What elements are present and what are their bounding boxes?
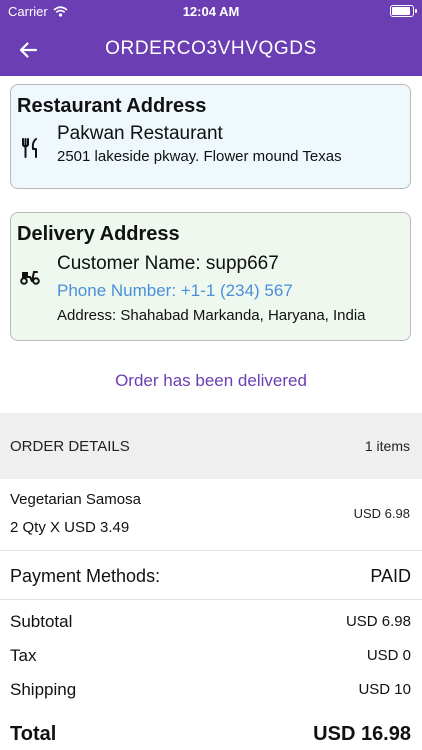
total-label: Total (10, 723, 57, 745)
shipping-label: Shipping (10, 680, 77, 699)
delivery-address-card: Delivery Address Customer Name: supp667 … (10, 212, 411, 341)
restaurant-address-heading: Restaurant Address (17, 95, 207, 117)
item-quantity: 2 Qty X USD 3.49 (10, 519, 130, 536)
shipping-value: USD 10 (358, 681, 411, 698)
list-item: Vegetarian Samosa 2 Qty X USD 3.49 USD 6… (0, 479, 422, 551)
item-price: USD 6.98 (353, 506, 410, 521)
tax-value: USD 0 (366, 647, 411, 664)
payment-methods-label: Payment Methods: (10, 566, 161, 586)
order-details-header: ORDER DETAILS 1 items (0, 413, 422, 479)
app-bar: ORDERCO3VHVQGDS (0, 24, 422, 76)
restaurant-address-card: Restaurant Address Pakwan Restaurant 250… (10, 84, 411, 189)
item-count: 1 items (364, 438, 410, 454)
total-value: USD 16.98 (313, 723, 411, 745)
phone-number-link[interactable]: Phone Number: +1-1 (234) 567 (57, 281, 293, 301)
delivery-address-heading: Delivery Address (17, 223, 180, 245)
tax-label: Tax (10, 646, 37, 665)
customer-name: Customer Name: supp667 (57, 253, 279, 274)
payment-methods-row: Payment Methods: PAID (0, 566, 422, 600)
order-details-label: ORDER DETAILS (10, 438, 130, 455)
restaurant-address: 2501 lakeside pkway. Flower mound Texas (57, 148, 342, 165)
status-time: 12:04 AM (182, 4, 240, 19)
fork-knife-icon (22, 138, 37, 158)
scooter-icon (20, 271, 40, 285)
delivery-address: Address: Shahabad Markanda, Haryana, Ind… (57, 307, 366, 324)
subtotal-label: Subtotal (10, 612, 73, 631)
status-bar: Carrier 12:04 AM (0, 0, 422, 24)
item-name: Vegetarian Samosa (10, 491, 141, 508)
order-id-title: ORDERCO3VHVQGDS (105, 38, 317, 59)
restaurant-name: Pakwan Restaurant (57, 123, 223, 144)
order-status-message: Order has been delivered (115, 371, 307, 390)
payment-status: PAID (370, 566, 411, 586)
subtotal-value: USD 6.98 (345, 613, 411, 630)
battery-icon (390, 5, 417, 17)
